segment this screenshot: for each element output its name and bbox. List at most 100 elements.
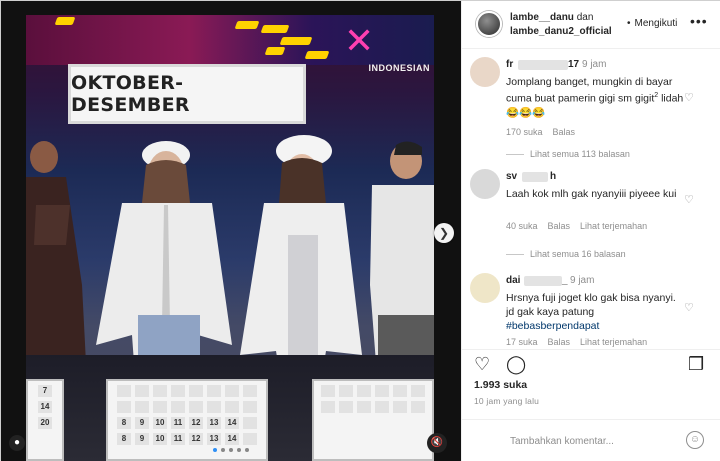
comment-time: 9 jam <box>582 59 607 70</box>
comment-username-tail: 17 <box>568 59 580 70</box>
commenter-avatar[interactable] <box>470 169 500 199</box>
comment-likes[interactable]: 170 suka <box>506 127 543 137</box>
view-replies-label[interactable]: Lihat semua 113 balasan <box>530 149 630 159</box>
comment-meta: 170 suka Balas <box>506 127 575 137</box>
calendar-day: 8 <box>117 417 131 429</box>
calendar-day: 14 <box>225 433 239 445</box>
comment-text: Hrsnya fuji joget klo gak bisa nyanyi. j… <box>506 291 686 333</box>
calendar-day <box>357 401 371 413</box>
post-video-frame[interactable]: ✕ INDONESIAN OKTOBER- DESEMBER 7 14 20 8… <box>26 15 434 461</box>
comment-username[interactable]: fr <box>506 59 513 70</box>
commenter-avatar[interactable] <box>470 273 500 303</box>
more-icon[interactable]: ••• <box>690 13 708 29</box>
post-like-count[interactable]: 1.993 suka <box>474 379 527 391</box>
calendar-day <box>243 385 257 397</box>
comment-meta: 40 suka Balas Lihat terjemahan <box>506 221 647 231</box>
reply-button[interactable]: Balas <box>548 337 571 347</box>
calendar-day: 9 <box>135 417 149 429</box>
carousel-dot <box>245 448 249 452</box>
calendar-day <box>321 401 335 413</box>
calendar-day <box>135 401 149 413</box>
calendar-board <box>312 379 434 461</box>
comments-list: fr 17 9 jam Jomplang banget, mungkin di … <box>462 49 720 349</box>
calendar-day: 10 <box>153 417 167 429</box>
comment-heart-icon[interactable]: ♡ <box>684 301 694 314</box>
comment-username[interactable]: sv <box>506 171 517 182</box>
hashtag-link[interactable]: #bebasberpendapat <box>506 320 599 332</box>
calendar-day: 9 <box>135 433 149 445</box>
calendar-day <box>243 401 257 413</box>
comment-input[interactable] <box>510 433 680 449</box>
calendar-day <box>225 385 239 397</box>
stage-x-graphic: ✕ <box>344 21 375 62</box>
calendar-day <box>171 401 185 413</box>
calendar-day <box>243 417 257 429</box>
calendar-day: 12 <box>189 433 203 445</box>
stage-light <box>260 25 290 33</box>
add-comment-bar: ☺ <box>462 419 720 461</box>
channel-text: INDONESIAN <box>368 63 430 73</box>
carousel-indicator <box>213 448 249 452</box>
mute-icon[interactable]: 🔇 <box>427 433 447 453</box>
username-redaction <box>518 60 568 70</box>
stage-light <box>304 51 330 59</box>
calendar-day <box>153 385 167 397</box>
calendar-day <box>243 433 257 445</box>
comment-heart-icon[interactable]: ♡ <box>684 91 694 104</box>
post-like-count-text: 1.993 suka <box>474 379 528 391</box>
translate-button[interactable]: Lihat terjemahan <box>580 221 647 231</box>
stage-light <box>234 21 260 29</box>
comment-username-tail: _ <box>562 275 568 286</box>
calendar-day: 11 <box>171 433 185 445</box>
stage-light <box>54 17 76 25</box>
calendar-day <box>189 385 203 397</box>
view-replies-button[interactable]: Lihat semua 16 balasan <box>506 249 626 259</box>
author-avatar[interactable] <box>476 11 502 37</box>
username-redaction <box>524 276 562 286</box>
comment-time: 9 jam <box>570 275 595 286</box>
chevron-right-icon: ❯ <box>438 226 450 240</box>
commenter-avatar[interactable] <box>470 57 500 87</box>
calendar-board: 7 14 20 <box>26 379 64 461</box>
calendar-day <box>339 385 353 397</box>
comment-likes[interactable]: 17 suka <box>506 337 538 347</box>
comment-text: Jomplang banget, mungkin di bayar cuma b… <box>506 75 686 120</box>
calendar-day <box>207 401 221 413</box>
comment-body: Jomplang banget, mungkin di bayar cuma b… <box>506 76 673 105</box>
user-tag-icon[interactable]: ● <box>9 435 25 451</box>
stage-light <box>264 47 286 55</box>
next-media-button[interactable]: ❯ <box>434 223 454 243</box>
view-replies-button[interactable]: Lihat semua 113 balasan <box>506 149 630 159</box>
post-header: lambe__danu dan lambe_danu2_official • M… <box>462 1 720 49</box>
translate-button[interactable]: Lihat terjemahan <box>580 337 647 347</box>
calendar-day <box>393 385 407 397</box>
author-link-1[interactable]: lambe__danu <box>510 12 574 23</box>
comment-icon[interactable]: ◯ <box>506 354 526 375</box>
follow-button[interactable]: Mengikuti <box>635 18 678 29</box>
carousel-dot <box>229 448 233 452</box>
comment-likes[interactable]: 40 suka <box>506 221 538 231</box>
calendar-day <box>153 401 167 413</box>
calendar-day <box>375 385 389 397</box>
calendar-day: 14 <box>38 401 52 413</box>
view-replies-label[interactable]: Lihat semua 16 balasan <box>530 249 626 259</box>
post-sidebar: lambe__danu dan lambe_danu2_official • M… <box>461 1 720 461</box>
reply-button[interactable]: Balas <box>548 221 571 231</box>
calendar-day: 8 <box>117 433 131 445</box>
reply-button[interactable]: Balas <box>553 127 576 137</box>
comment-item: fr 17 9 jam Jomplang banget, mungkin di … <box>462 55 720 147</box>
calendar-day <box>225 401 239 413</box>
comment-username[interactable]: dai <box>506 275 520 286</box>
comment-item: dai _ 9 jam Hrsnya fuji joget klo gak bi… <box>462 271 720 349</box>
calendar-day: 20 <box>38 417 52 429</box>
bookmark-icon[interactable]: ❒ <box>688 354 704 375</box>
follow-status[interactable]: • Mengikuti <box>627 18 677 29</box>
comment-heart-icon[interactable]: ♡ <box>684 193 694 206</box>
instagram-post-dialog: ✕ INDONESIAN OKTOBER- DESEMBER 7 14 20 8… <box>0 0 720 461</box>
heart-icon[interactable]: ♡ <box>474 354 490 375</box>
comment-text: Laah kok mlh gak nyanyiii piyeee kui <box>506 188 677 200</box>
calendar-day: 7 <box>38 385 52 397</box>
emoji-icon[interactable]: ☺ <box>686 431 704 449</box>
post-actions: ♡ ◯ ❒ <box>462 349 720 379</box>
author-link-2[interactable]: lambe_danu2_official <box>510 26 612 37</box>
